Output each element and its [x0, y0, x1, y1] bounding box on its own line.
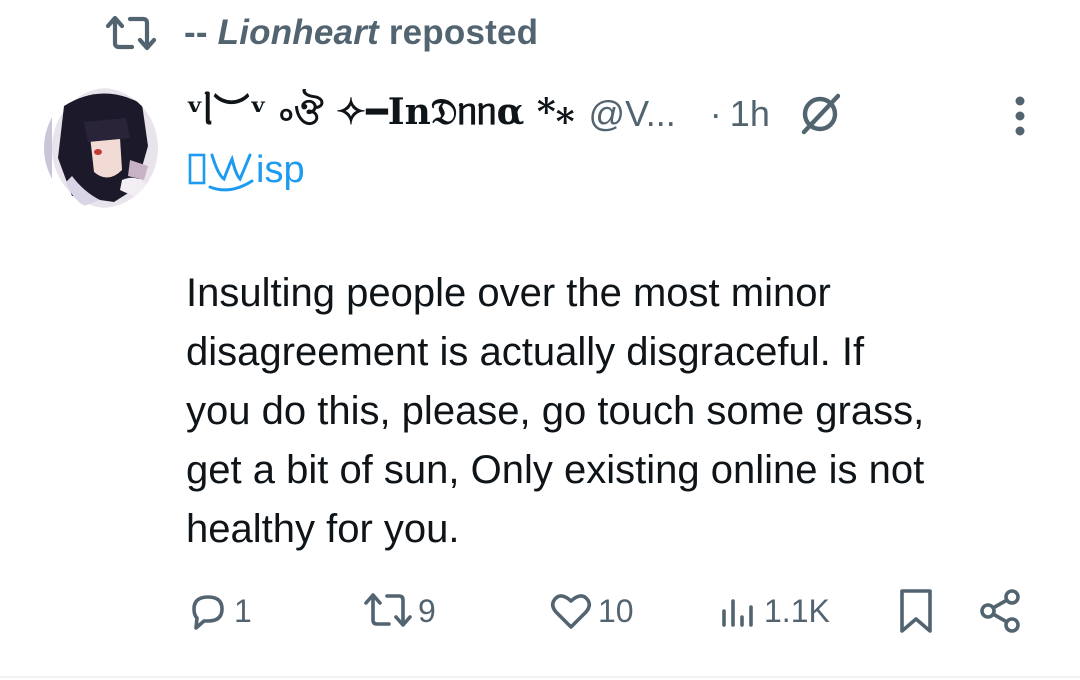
repost-button[interactable]: 9: [362, 584, 436, 638]
bookmark-button[interactable]: [896, 584, 936, 638]
reply-icon: [192, 595, 224, 630]
like-count: 10: [598, 592, 634, 629]
more-options-icon[interactable]: [1004, 92, 1036, 140]
repost-suffix: reposted: [378, 13, 539, 52]
repost-attribution[interactable]: -- Lionheart reposted: [104, 10, 538, 56]
repost-action-icon: [364, 593, 412, 627]
handle[interactable]: @V...: [589, 93, 676, 135]
heart-icon: [550, 594, 592, 629]
repost-text: -- Lionheart reposted: [184, 13, 538, 53]
view-count: 1.1K: [764, 592, 830, 629]
like-button[interactable]: 10: [548, 584, 634, 638]
affiliation-label: isp: [256, 148, 305, 191]
avatar[interactable]: [44, 88, 158, 208]
reply-button[interactable]: 1: [186, 584, 252, 638]
affiliation-badge[interactable]: isp: [186, 144, 305, 196]
display-name[interactable]: ᵛᥣ︶ᵛ ৹ঔ ✧━In𝔇ᥒᥒα *⁎: [186, 83, 575, 145]
tweet-text: Insulting people over the most minor dis…: [186, 271, 925, 551]
repost-prefix: --: [184, 13, 218, 52]
divider: [0, 676, 1080, 678]
separator-dot: ·: [709, 93, 722, 134]
tweet-header: ᵛᥣ︶ᵛ ৹ঔ ✧━In𝔇ᥒᥒα *⁎ @V... · 1h: [186, 84, 976, 144]
repost-count: 9: [418, 592, 436, 629]
share-button[interactable]: [976, 584, 1024, 638]
repost-icon: [104, 13, 158, 53]
share-icon: [980, 589, 1020, 633]
analytics-icon: [722, 599, 753, 627]
verified-badge-icon[interactable]: [796, 90, 844, 138]
reply-count: 1: [234, 592, 252, 629]
timestamp[interactable]: 1h: [730, 93, 770, 135]
affiliation-logo-icon: [186, 145, 254, 195]
tweet-actions: 1 9 10 1.1K: [186, 584, 1036, 638]
bookmark-icon: [900, 589, 932, 633]
reposter-name[interactable]: Lionheart: [218, 13, 379, 52]
views-button[interactable]: 1.1K: [718, 584, 830, 638]
